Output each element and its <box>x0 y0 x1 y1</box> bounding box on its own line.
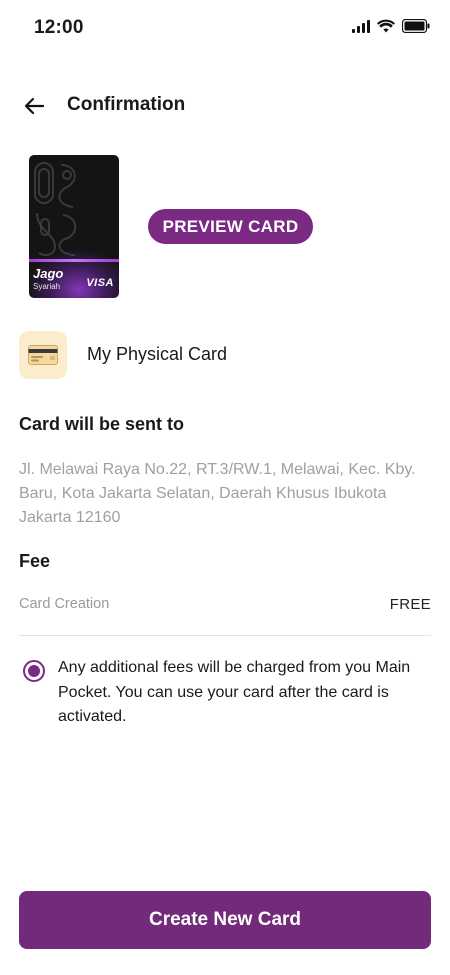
fee-title: Fee <box>19 551 51 571</box>
header: Confirmation <box>0 84 450 126</box>
back-arrow-icon <box>24 97 45 115</box>
visa-logo: VISA <box>86 277 114 289</box>
status-bar: 12:00 <box>0 0 450 56</box>
wifi-icon <box>377 19 395 33</box>
status-icons <box>352 19 430 33</box>
back-button[interactable] <box>20 92 48 120</box>
fee-label: Card Creation <box>19 596 110 612</box>
page-title: Confirmation <box>67 94 186 115</box>
battery-icon <box>402 19 430 33</box>
signal-icon <box>352 19 370 33</box>
card-brand-logo: Jago <box>33 266 64 281</box>
fee-row-card-creation: Card Creation FREE <box>19 596 431 616</box>
divider <box>19 635 431 636</box>
create-new-card-button[interactable]: Create New Card <box>19 891 431 949</box>
delivery-address: Jl. Melawai Raya No.22, RT.3/RW.1, Melaw… <box>19 461 416 526</box>
fee-value: FREE <box>389 596 431 613</box>
preview-card-button[interactable]: PREVIEW CARD <box>148 209 313 244</box>
notice-radio[interactable] <box>23 660 45 682</box>
card-pattern-graphic <box>34 162 77 256</box>
radio-selected-dot <box>28 665 40 677</box>
credit-card-icon <box>19 331 67 379</box>
physical-card-row: My Physical Card <box>19 331 431 379</box>
status-time: 12:00 <box>34 17 84 38</box>
delivery-title: Card will be sent to <box>19 414 185 434</box>
card-sub-brand: Syariah <box>33 282 61 291</box>
card-thumbnail: Jago Syariah VISA <box>29 155 119 298</box>
card-accent-line <box>29 259 119 262</box>
notice-text: Any additional fees will be charged from… <box>58 659 411 725</box>
physical-card-label: My Physical Card <box>87 344 228 364</box>
